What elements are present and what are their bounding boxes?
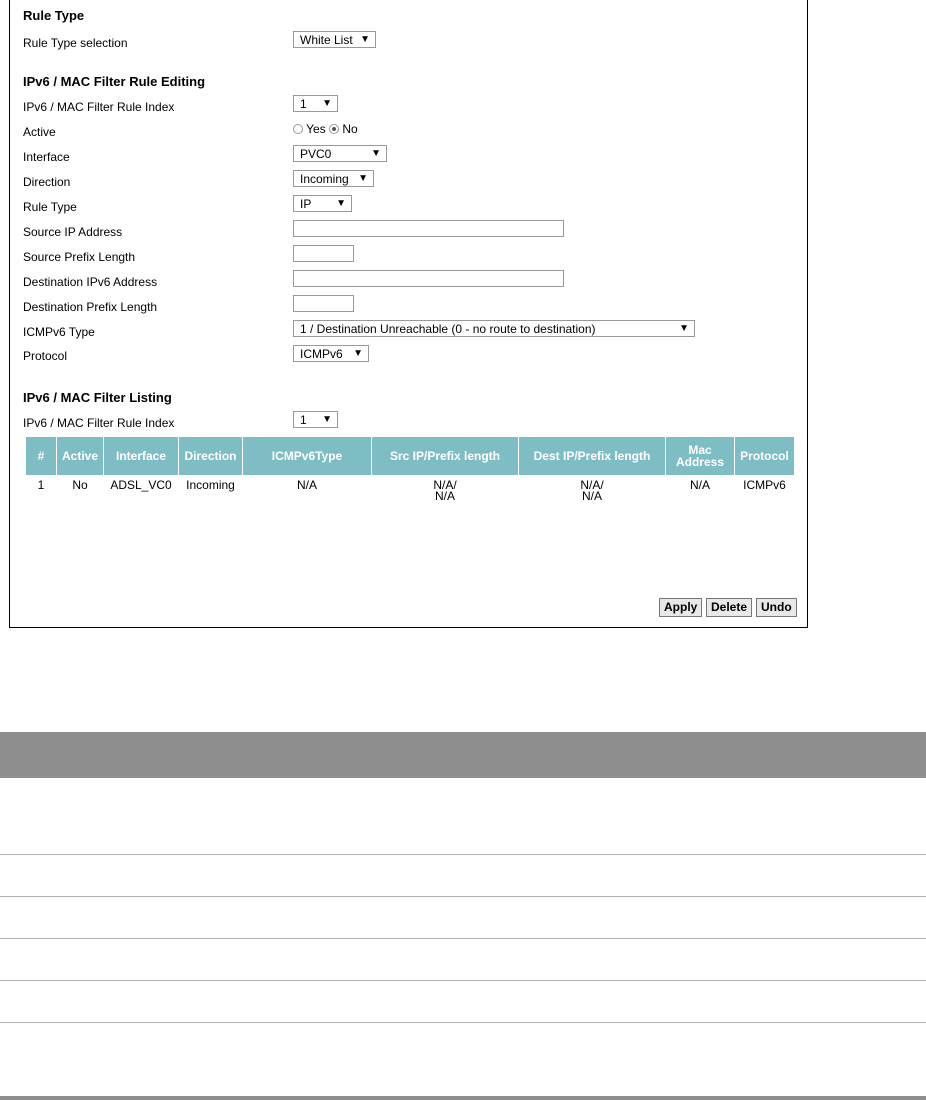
- dest-prefix-label: Destination Prefix Length: [23, 300, 158, 314]
- active-no-radio[interactable]: [329, 124, 340, 134]
- caret-down-icon: ▼: [679, 323, 689, 334]
- rule-type-section-title: Rule Type: [23, 8, 85, 23]
- active-no-label: No: [342, 122, 358, 136]
- active-yes-radio[interactable]: [293, 124, 303, 134]
- dest-ip-input[interactable]: [293, 270, 564, 287]
- source-ip-input[interactable]: [293, 220, 564, 237]
- caret-down-icon: ▼: [353, 348, 363, 359]
- column-header-active: Active: [57, 437, 103, 475]
- protocol-label: Protocol: [23, 349, 68, 363]
- table-header-bar: [0, 732, 926, 778]
- source-prefix-input[interactable]: [293, 245, 354, 262]
- column-header-icmpv6-type: ICMPv6Type: [243, 437, 371, 475]
- filter-settings-panel: Rule Type Rule Type selection White List…: [9, 0, 808, 628]
- rule-index-select[interactable]: 1 ▼: [293, 95, 338, 112]
- active-label: Active: [23, 125, 56, 139]
- cell-src-prefix: N/A/N/A: [433, 478, 457, 503]
- row-divider: [0, 1022, 926, 1023]
- caret-down-icon: ▼: [358, 173, 368, 184]
- direction-select[interactable]: Incoming ▼: [293, 170, 374, 187]
- cell-protocol: ICMPv6: [743, 478, 786, 492]
- table-row: 1 No ADSL_VC0 Incoming N/A N/A/N/A N/A/N…: [26, 476, 794, 509]
- cell-direction: Incoming: [186, 478, 235, 492]
- filter-listing-table: # Active Interface Direction ICMPv6Type …: [25, 436, 795, 510]
- rule-type-label: Rule Type: [23, 200, 77, 214]
- rule-type-select[interactable]: IP ▼: [293, 195, 352, 212]
- caret-down-icon: ▼: [360, 34, 370, 45]
- filter-listing-section-title: IPv6 / MAC Filter Listing: [23, 390, 172, 405]
- caret-down-icon: ▼: [322, 414, 332, 425]
- active-yes-label: Yes: [306, 122, 326, 136]
- direction-label: Direction: [23, 175, 71, 189]
- source-prefix-label: Source Prefix Length: [23, 250, 136, 264]
- caret-down-icon: ▼: [336, 198, 346, 209]
- rule-type-selection-label: Rule Type selection: [23, 36, 128, 50]
- row-divider: [0, 896, 926, 897]
- source-ip-label: Source IP Address: [23, 225, 123, 239]
- listing-rule-index-label: IPv6 / MAC Filter Rule Index: [23, 416, 175, 430]
- icmp-type-label: ICMPv6 Type: [23, 325, 95, 339]
- cell-interface: ADSL_VC0: [110, 478, 172, 492]
- protocol-select[interactable]: ICMPv6 ▼: [293, 345, 369, 362]
- apply-button[interactable]: Apply: [659, 598, 703, 617]
- caret-down-icon: ▼: [371, 148, 381, 159]
- rule-type-selection-select[interactable]: White List ▼: [293, 31, 376, 48]
- column-header-direction: Direction: [179, 437, 242, 475]
- interface-select[interactable]: PVC0 ▼: [293, 145, 387, 162]
- table-header-row: # Active Interface Direction ICMPv6Type …: [26, 437, 794, 475]
- cell-dest-prefix: N/A/N/A: [580, 478, 604, 503]
- rule-editing-section-title: IPv6 / MAC Filter Rule Editing: [23, 74, 206, 89]
- caret-down-icon: ▼: [322, 98, 332, 109]
- column-header-number: #: [26, 437, 56, 475]
- column-header-dest-prefix: Dest IP/Prefix length: [519, 437, 665, 475]
- cell-mac-address: N/A: [689, 478, 710, 492]
- column-header-protocol: Protocol: [735, 437, 794, 475]
- cell-icmpv6-type: N/A: [296, 478, 317, 492]
- row-divider: [0, 938, 926, 939]
- row-divider: [0, 854, 926, 855]
- rule-index-label: IPv6 / MAC Filter Rule Index: [23, 100, 175, 114]
- undo-button[interactable]: Undo: [756, 598, 797, 617]
- cell-number: 1: [37, 478, 45, 492]
- column-header-src-prefix: Src IP/Prefix length: [372, 437, 518, 475]
- active-radio-group: Yes No: [293, 122, 358, 136]
- column-header-mac-address: Mac Address: [666, 437, 734, 475]
- column-header-interface: Interface: [104, 437, 178, 475]
- listing-rule-index-select[interactable]: 1 ▼: [293, 411, 338, 428]
- dest-ip-label: Destination IPv6 Address: [23, 275, 158, 289]
- row-divider: [0, 980, 926, 981]
- delete-button[interactable]: Delete: [706, 598, 753, 617]
- table-bottom-border: [0, 1096, 926, 1100]
- interface-label: Interface: [23, 150, 70, 164]
- cell-active: No: [72, 478, 88, 492]
- dest-prefix-input[interactable]: [293, 295, 354, 312]
- icmp-type-select[interactable]: 1 / Destination Unreachable (0 - no rout…: [293, 320, 695, 337]
